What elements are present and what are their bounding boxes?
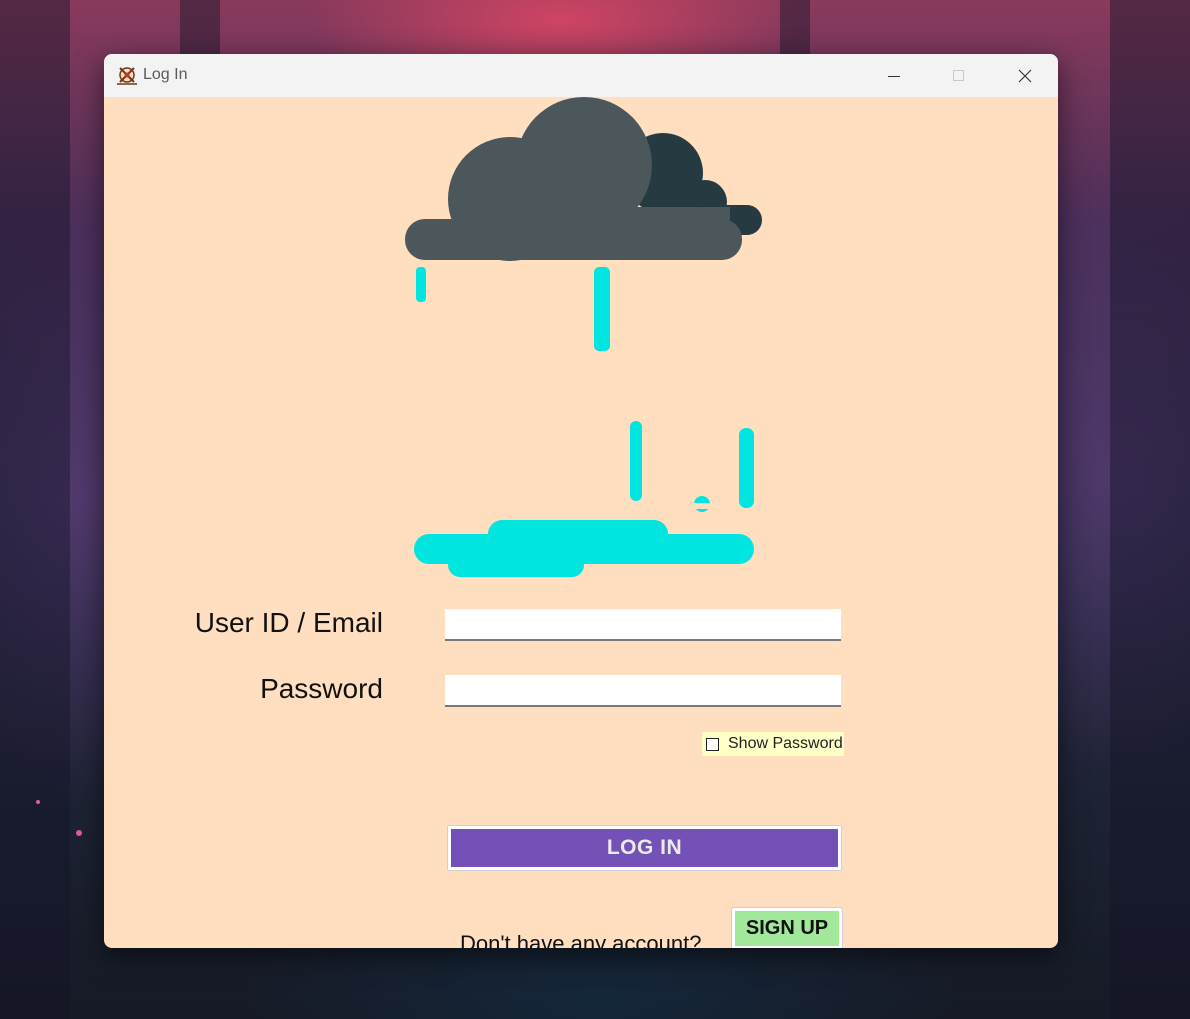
login-button[interactable]: LOG IN bbox=[447, 825, 842, 871]
wallpaper-spark bbox=[36, 800, 40, 804]
wallpaper-shape bbox=[780, 0, 810, 60]
wallpaper-shape bbox=[0, 0, 70, 1019]
minimize-button[interactable] bbox=[861, 54, 927, 97]
user-id-label: User ID / Email bbox=[194, 607, 383, 638]
password-input[interactable] bbox=[445, 675, 841, 707]
rain-cloud-puddle-illustration bbox=[405, 97, 762, 577]
signup-button[interactable]: SIGN UP bbox=[731, 907, 843, 948]
close-button[interactable] bbox=[992, 54, 1058, 97]
window-title: Log In bbox=[143, 66, 188, 83]
close-icon bbox=[1018, 69, 1032, 82]
password-label: Password bbox=[260, 673, 383, 704]
wallpaper-shape bbox=[1110, 0, 1190, 1019]
checkbox-icon[interactable] bbox=[706, 737, 719, 751]
signup-button-label: SIGN UP bbox=[735, 911, 839, 946]
wallpaper-shape bbox=[180, 0, 220, 60]
login-window: Log In User ID / Email Password Show Pas… bbox=[104, 54, 1058, 948]
show-password-checkbox[interactable]: Show Password bbox=[702, 732, 844, 756]
user-id-input[interactable] bbox=[445, 609, 841, 641]
maximize-icon bbox=[953, 69, 964, 81]
login-form-area: User ID / Email Password Show Password L… bbox=[104, 97, 1058, 948]
minimize-icon bbox=[888, 75, 900, 77]
app-logo-icon bbox=[117, 67, 137, 85]
title-bar[interactable]: Log In bbox=[104, 54, 1058, 97]
no-account-text: Don't have any account? bbox=[460, 931, 702, 948]
show-password-label: Show Password bbox=[728, 735, 843, 752]
login-button-label: LOG IN bbox=[451, 829, 838, 867]
maximize-button[interactable] bbox=[926, 54, 992, 97]
wallpaper-spark bbox=[76, 830, 82, 836]
